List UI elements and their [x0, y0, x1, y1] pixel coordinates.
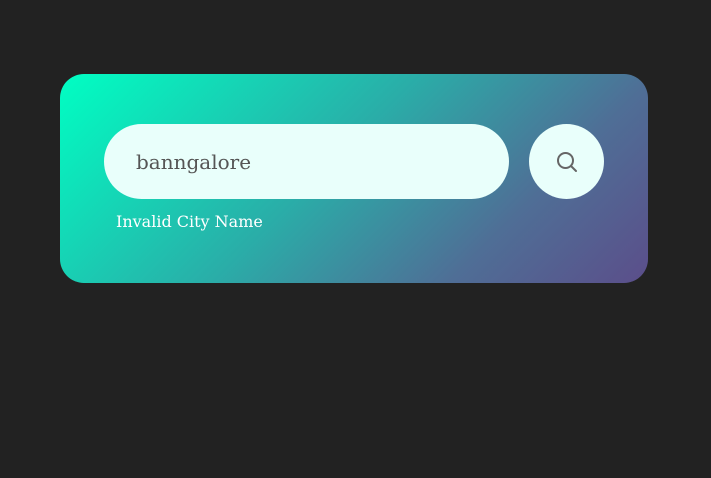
error-message: Invalid City Name	[116, 212, 263, 231]
search-button[interactable]	[529, 124, 604, 199]
search-icon	[556, 151, 577, 172]
city-search-input[interactable]	[104, 124, 509, 199]
search-row	[104, 124, 604, 199]
weather-search-card: Invalid City Name	[60, 74, 648, 283]
